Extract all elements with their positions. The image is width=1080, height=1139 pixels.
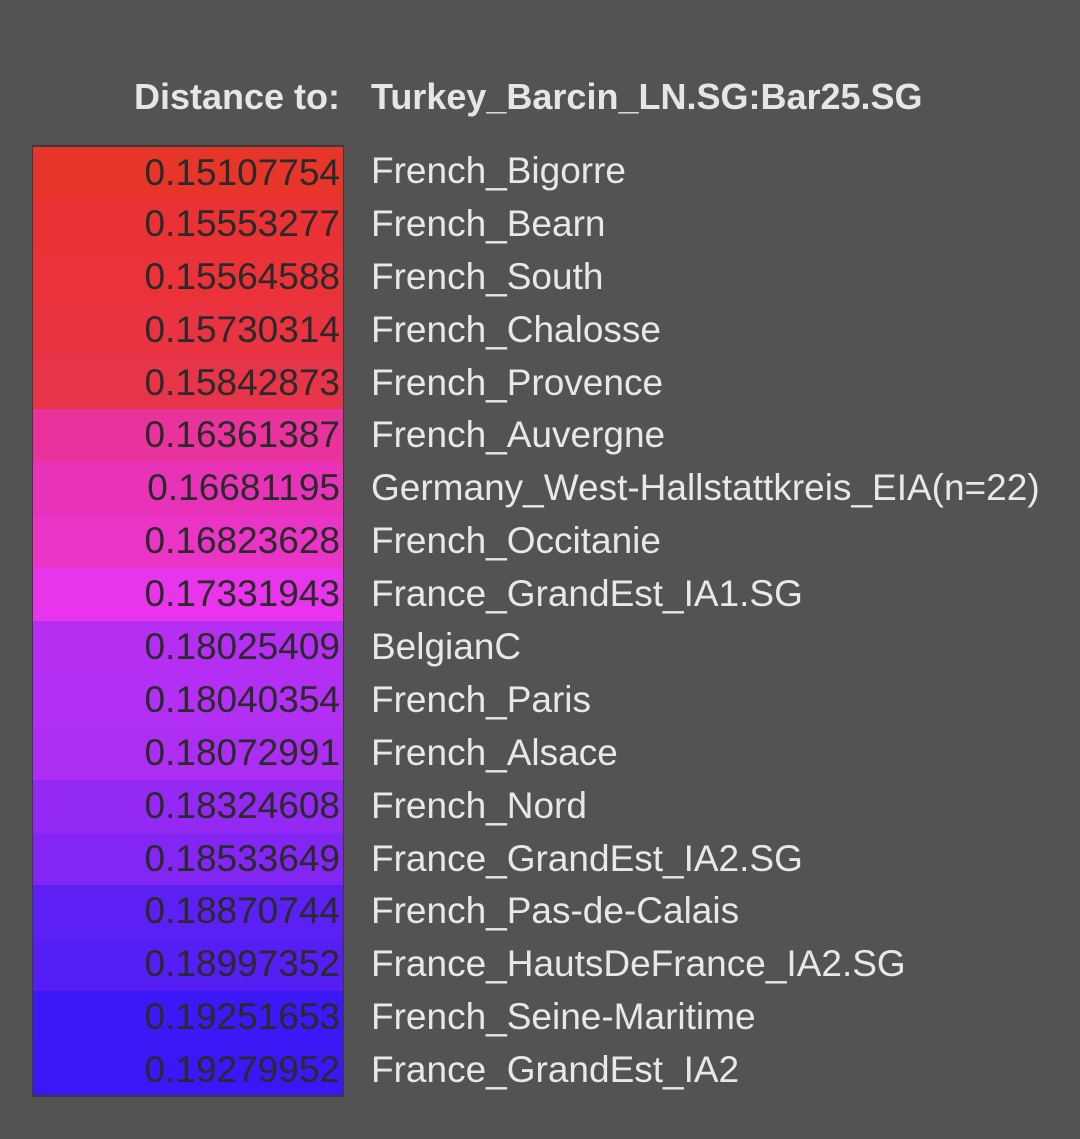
target-sample-name: Turkey_Barcin_LN.SG:Bar25.SG xyxy=(371,76,923,117)
distance-value: 0.18324608 xyxy=(32,779,344,833)
population-name: Germany_West-Hallstattkreis_EIA(n=22) xyxy=(371,467,1040,509)
list-item: 0.18997352 France_HautsDeFrance_IA2.SG xyxy=(32,938,1062,992)
list-item: 0.19251653 French_Seine-Maritime xyxy=(32,991,1062,1045)
distance-list: 0.15107754 French_Bigorre 0.15553277 French… xyxy=(32,145,1062,1098)
distance-value: 0.18533649 xyxy=(32,832,344,886)
population-name: France_GrandEst_IA2 xyxy=(371,1049,740,1091)
list-item: 0.17331943 France_GrandEst_IA1.SG xyxy=(32,568,1062,622)
distance-value: 0.15107754 xyxy=(32,145,344,198)
distance-value: 0.18040354 xyxy=(32,673,344,727)
list-item: 0.15553277 French_Bearn xyxy=(32,197,1062,251)
list-item: 0.15107754 French_Bigorre xyxy=(32,145,1062,198)
population-name: French_Pas-de-Calais xyxy=(371,890,740,932)
distance-value: 0.19279952 xyxy=(32,1044,344,1098)
list-item: 0.18870744 French_Pas-de-Calais xyxy=(32,885,1062,939)
list-item: 0.16681195 Germany_West-Hallstattkreis_EI… xyxy=(32,462,1062,516)
distance-results-page: Distance to: Turkey_Barcin_LN.SG:Bar25.S… xyxy=(0,0,1080,1139)
list-item: 0.16823628 French_Occitanie xyxy=(32,515,1062,569)
distance-value: 0.18997352 xyxy=(32,938,344,992)
list-item: 0.18025409 BelgianC xyxy=(32,621,1062,674)
distance-to-label: Distance to: xyxy=(133,76,340,117)
population-name: French_Paris xyxy=(371,678,592,720)
distance-value: 0.18870744 xyxy=(32,885,344,939)
list-item: 0.18040354 French_Paris xyxy=(32,673,1062,727)
distance-value: 0.15842873 xyxy=(32,356,344,410)
list-item: 0.18533649 France_GrandEst_IA2.SG xyxy=(32,832,1062,886)
list-item: 0.18324608 French_Nord xyxy=(32,779,1062,833)
distance-value: 0.18025409 xyxy=(32,621,344,674)
population-name: BelgianC xyxy=(371,626,522,668)
population-name: French_Bearn xyxy=(371,202,606,244)
results-header: Distance to: Turkey_Barcin_LN.SG:Bar25.S… xyxy=(0,72,1080,122)
population-name: French_Bigorre xyxy=(371,150,627,191)
distance-value: 0.15553277 xyxy=(32,197,344,251)
population-name: French_Chalosse xyxy=(371,308,661,350)
list-item: 0.15564588 French_South xyxy=(32,250,1062,304)
distance-value: 0.19251653 xyxy=(32,991,344,1045)
list-item: 0.15842873 French_Provence xyxy=(32,356,1062,410)
distance-value: 0.18072991 xyxy=(32,726,344,780)
distance-value: 0.16823628 xyxy=(32,515,344,569)
population-name: French_South xyxy=(371,255,604,297)
distance-value: 0.16361387 xyxy=(32,409,344,463)
distance-value: 0.16681195 xyxy=(32,462,344,516)
population-name: French_Occitanie xyxy=(371,520,661,562)
population-name: French_Alsace xyxy=(371,731,618,773)
distance-value: 0.17331943 xyxy=(32,568,344,622)
population-name: French_Provence xyxy=(371,361,664,403)
distance-value: 0.15730314 xyxy=(32,303,344,357)
population-name: France_GrandEst_IA2.SG xyxy=(371,837,803,879)
list-item: 0.18072991 French_Alsace xyxy=(32,726,1062,780)
list-item: 0.16361387 French_Auvergne xyxy=(32,409,1062,463)
list-item: 0.19279952 France_GrandEst_IA2 xyxy=(32,1044,1062,1098)
population-name: France_GrandEst_IA1.SG xyxy=(371,573,803,615)
population-name: French_Auvergne xyxy=(371,414,666,456)
population-name: France_HautsDeFrance_IA2.SG xyxy=(371,943,906,985)
population-name: French_Seine-Maritime xyxy=(371,996,756,1038)
population-name: French_Nord xyxy=(371,784,587,826)
list-item: 0.15730314 French_Chalosse xyxy=(32,303,1062,357)
distance-value: 0.15564588 xyxy=(32,250,344,304)
